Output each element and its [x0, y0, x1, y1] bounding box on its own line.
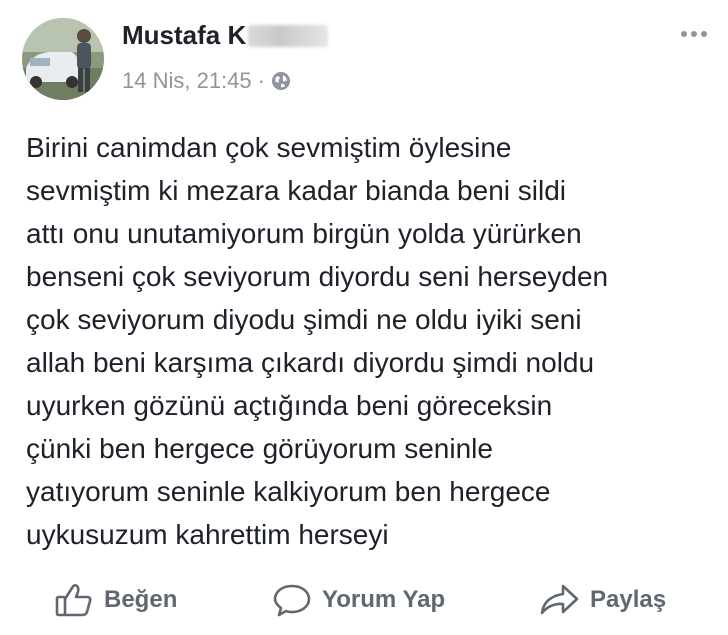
avatar-photo — [22, 18, 104, 100]
thumbs-up-icon — [55, 584, 92, 617]
post-header: Mustafa K 14 Nis, 21:45 · — [22, 18, 712, 100]
avatar[interactable] — [22, 18, 104, 100]
share-button[interactable]: Paylaş — [538, 582, 666, 618]
like-button[interactable]: Beğen — [54, 582, 177, 618]
comment-label: Yorum Yap — [322, 586, 446, 613]
author-name[interactable]: Mustafa K — [122, 20, 329, 51]
share-label: Paylaş — [590, 586, 667, 613]
globe-icon — [271, 71, 291, 91]
meta-separator: · — [257, 68, 265, 93]
post-text: Birini canimdan çok sevmiştim öylesine s… — [26, 132, 609, 550]
comment-button[interactable]: Yorum Yap — [272, 582, 445, 618]
redacted-surname — [248, 25, 329, 47]
comment-icon — [273, 584, 311, 617]
author-name-text[interactable]: Mustafa K — [122, 20, 246, 50]
post-timestamp[interactable]: 14 Nis, 21:45 — [122, 68, 252, 94]
post-actions-bar: Beğen Yorum Yap Paylaş — [0, 570, 728, 635]
more-options-icon[interactable] — [676, 24, 712, 44]
facebook-post: Mustafa K 14 Nis, 21:45 · Birini canimda… — [0, 0, 728, 635]
share-arrow-icon — [540, 584, 579, 615]
like-label: Beğen — [104, 586, 178, 613]
post-meta: 14 Nis, 21:45 · — [122, 68, 291, 94]
